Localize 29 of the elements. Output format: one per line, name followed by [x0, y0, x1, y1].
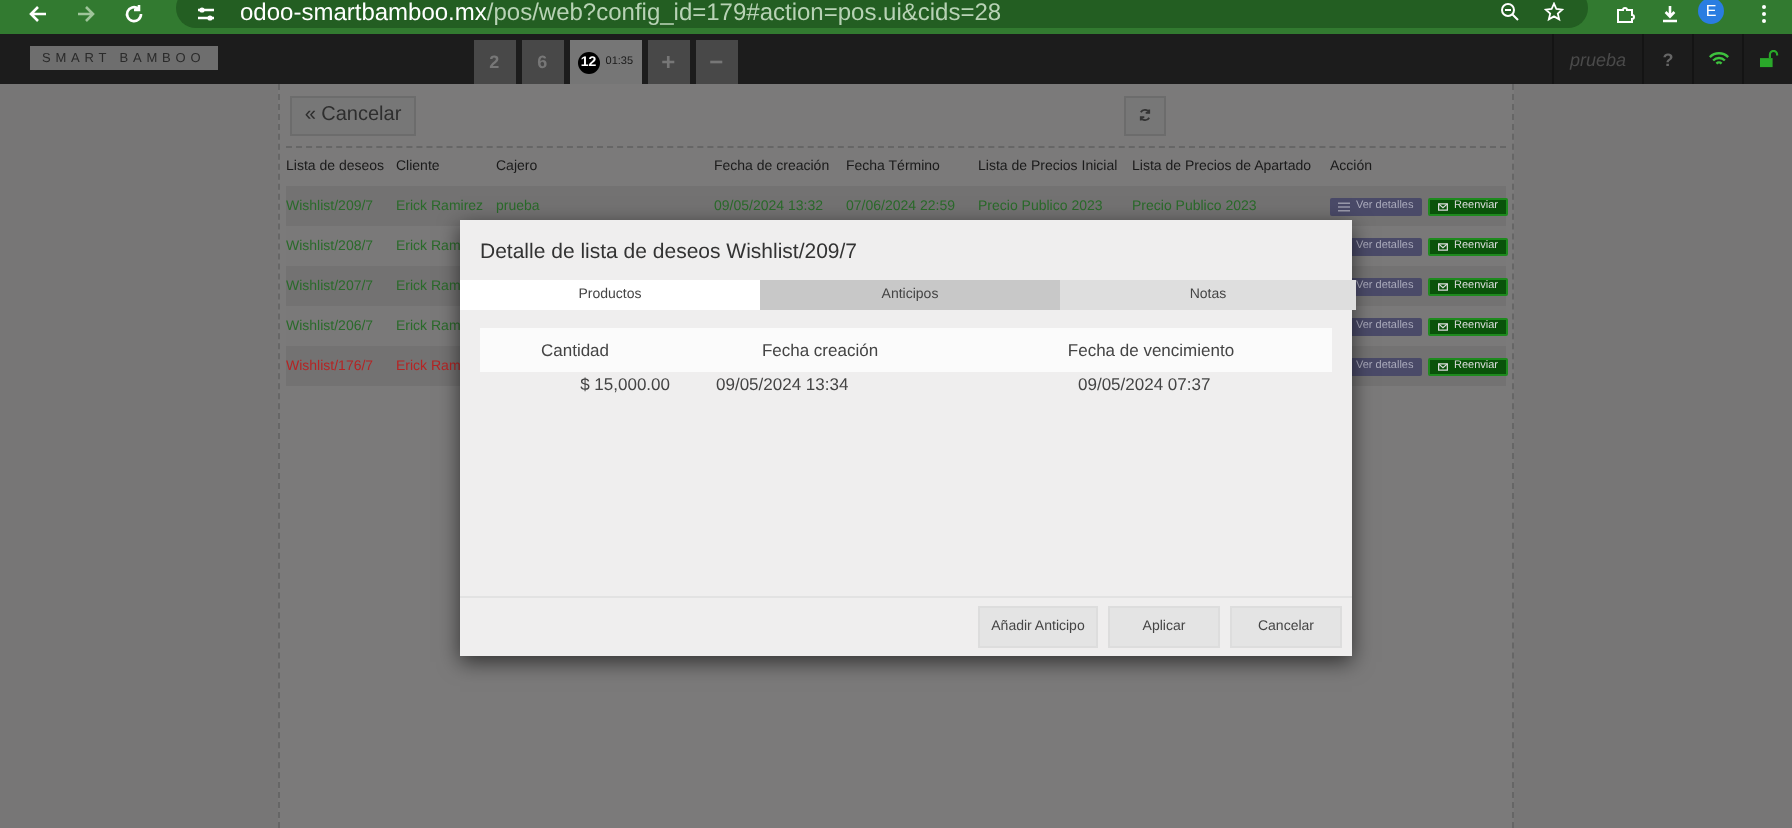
table-cell: 09/05/2024 13:34 [716, 374, 849, 394]
address-bar[interactable]: odoo-smartbamboo.mx/pos/web?config_id=179#action=pos.ui&cids=28 [176, 0, 1588, 28]
star-icon[interactable] [1544, 2, 1564, 22]
reload-icon[interactable] [124, 4, 144, 24]
column-header: Fecha creación [759, 340, 881, 360]
profile-avatar[interactable]: E [1698, 0, 1724, 24]
cancel-button[interactable]: « Cancelar [290, 95, 416, 135]
refresh-icon [1138, 106, 1152, 124]
download-icon[interactable] [1660, 4, 1680, 24]
envelope-icon [1438, 241, 1448, 251]
unlock-icon[interactable] [1757, 50, 1779, 68]
envelope-icon [1438, 321, 1448, 331]
puzzle-icon[interactable] [1616, 4, 1636, 24]
back-icon[interactable] [28, 4, 48, 24]
dialog-title: Detalle de lista de deseos Wishlist/209/7 [478, 238, 860, 268]
url-text: odoo-smartbamboo.mx/pos/web?config_id=179#action=pos.ui&cids=28 [240, 0, 1002, 26]
refresh-button[interactable] [1124, 95, 1166, 135]
column-header: Fecha de vencimiento [1065, 340, 1237, 360]
table-cell: $ 15,000.00 [580, 374, 670, 394]
list-icon [1338, 201, 1350, 211]
table-cell: 09/05/2024 07:37 [1078, 374, 1211, 394]
forward-icon[interactable] [76, 4, 96, 24]
envelope-icon [1438, 201, 1448, 211]
zoom-out-icon[interactable] [1500, 2, 1520, 22]
site-settings-icon[interactable] [196, 3, 216, 23]
envelope-icon [1438, 281, 1448, 291]
column-header: Cantidad [538, 340, 612, 360]
wifi-icon[interactable] [1707, 50, 1729, 68]
envelope-icon [1438, 361, 1448, 371]
